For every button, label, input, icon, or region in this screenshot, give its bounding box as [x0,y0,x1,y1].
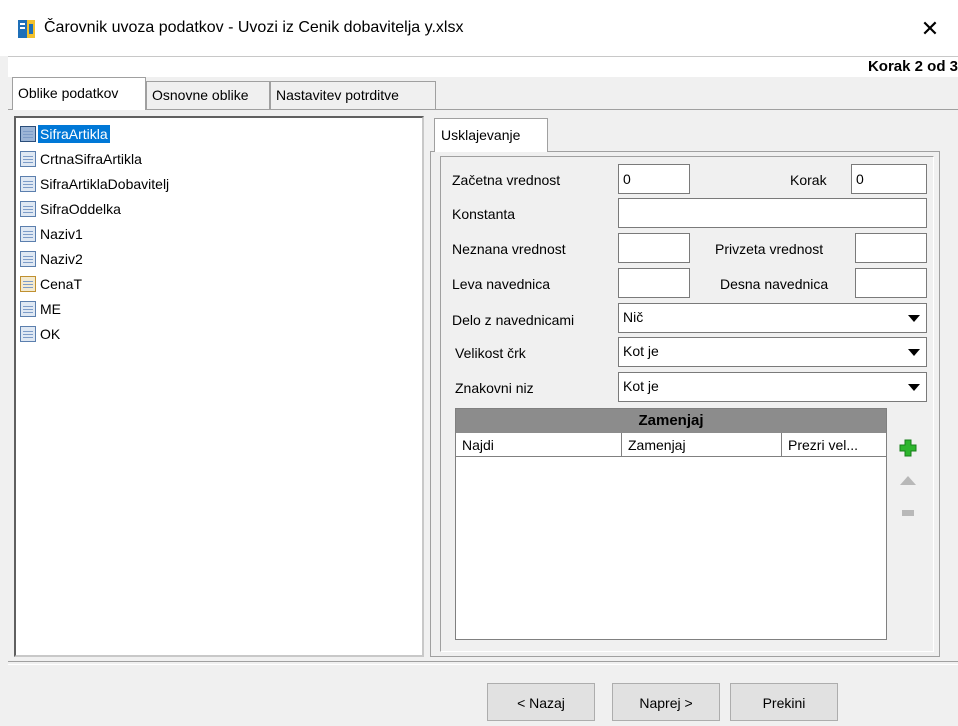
close-button[interactable]: ✕ [910,10,950,48]
desna-navednica-input[interactable] [855,268,927,298]
konstanta-input[interactable] [618,198,927,228]
key-field-icon [20,276,36,292]
delo-z-navednicami-value: Nič [623,309,644,325]
table-field-icon [20,226,36,242]
list-item-naziv2[interactable]: Naziv2 [20,248,85,270]
konstanta-label: Konstanta [452,206,516,222]
column-header-najdi[interactable]: Najdi [456,433,622,457]
privzeta-vrednost-input[interactable] [855,233,927,263]
zacetna-vrednost-input[interactable] [618,164,690,194]
korak-input[interactable] [851,164,927,194]
fields-list[interactable]: SifraArtikla CrtnaSifraArtikla SifraArti… [14,116,424,657]
column-header-zamenjaj[interactable]: Zamenjaj [622,433,782,457]
chevron-down-icon[interactable] [904,341,924,363]
neznana-vrednost-input[interactable] [618,233,690,263]
chevron-down-icon[interactable] [904,307,924,329]
neznana-vrednost-label: Neznana vrednost [452,241,566,257]
zacetna-vrednost-label: Začetna vrednost [452,172,561,188]
velikost-crk-value: Kot je [623,343,659,359]
delo-z-navednicami-label: Delo z navednicami [452,312,575,328]
list-item-cenat[interactable]: CenaT [20,273,84,295]
tab-usklajevanje[interactable]: Usklajevanje [434,118,548,152]
replace-grid-title: Zamenjaj [456,409,886,433]
list-item-ok[interactable]: OK [20,323,62,345]
velikost-crk-label: Velikost črk [455,345,526,361]
korak-label: Korak [790,172,827,188]
table-field-icon [20,176,36,192]
privzeta-vrednost-label: Privzeta vrednost [715,241,824,257]
chevron-down-icon[interactable] [904,376,924,398]
leva-navednica-label: Leva navednica [452,276,551,292]
table-field-icon [20,151,36,167]
list-item-me[interactable]: ME [20,298,63,320]
replace-grid[interactable]: Zamenjaj Najdi Zamenjaj Prezri vel... [455,408,887,640]
remove-icon[interactable] [898,503,918,523]
import-wizard-icon [18,20,35,38]
list-item-sifraartikla[interactable]: SifraArtikla [20,123,110,145]
list-item-naziv1[interactable]: Naziv1 [20,223,85,245]
list-item-sifraartikladobavitelj[interactable]: SifraArtiklaDobavitelj [20,173,171,195]
velikost-crk-select[interactable]: Kot je [618,337,927,367]
next-button[interactable]: Naprej > [612,683,720,721]
move-up-icon[interactable] [898,470,918,490]
desna-navednica-label: Desna navednica [720,276,829,292]
znakovni-niz-label: Znakovni niz [455,380,534,396]
cancel-button[interactable]: Prekini [730,683,838,721]
list-item-crtnasifraartikla[interactable]: CrtnaSifraArtikla [20,148,144,170]
list-item-sifraoddelka[interactable]: SifraOddelka [20,198,123,220]
window-title: Čarovnik uvoza podatkov - Uvozi iz Cenik… [44,19,464,36]
tab-nastavitev-potrditve[interactable]: Nastavitev potrditve [270,81,436,109]
table-field-icon [20,201,36,217]
step-indicator: Korak 2 od 3 [867,58,958,75]
table-field-icon [20,251,36,267]
delo-z-navednicami-select[interactable]: Nič [618,303,927,333]
column-header-prezri-velikost[interactable]: Prezri vel... [782,433,886,457]
leva-navednica-input[interactable] [618,268,690,298]
back-button[interactable]: < Nazaj [487,683,595,721]
bottom-separator [8,661,958,665]
table-field-icon [20,301,36,317]
step-bar: Korak 2 od 3 [8,56,958,77]
table-field-icon [20,126,36,142]
tab-oblike-podatkov[interactable]: Oblike podatkov [12,77,146,110]
tab-osnovne-oblike[interactable]: Osnovne oblike [146,81,270,109]
add-icon[interactable] [898,438,918,458]
znakovni-niz-value: Kot je [623,378,659,394]
table-field-icon [20,326,36,342]
znakovni-niz-select[interactable]: Kot je [618,372,927,402]
